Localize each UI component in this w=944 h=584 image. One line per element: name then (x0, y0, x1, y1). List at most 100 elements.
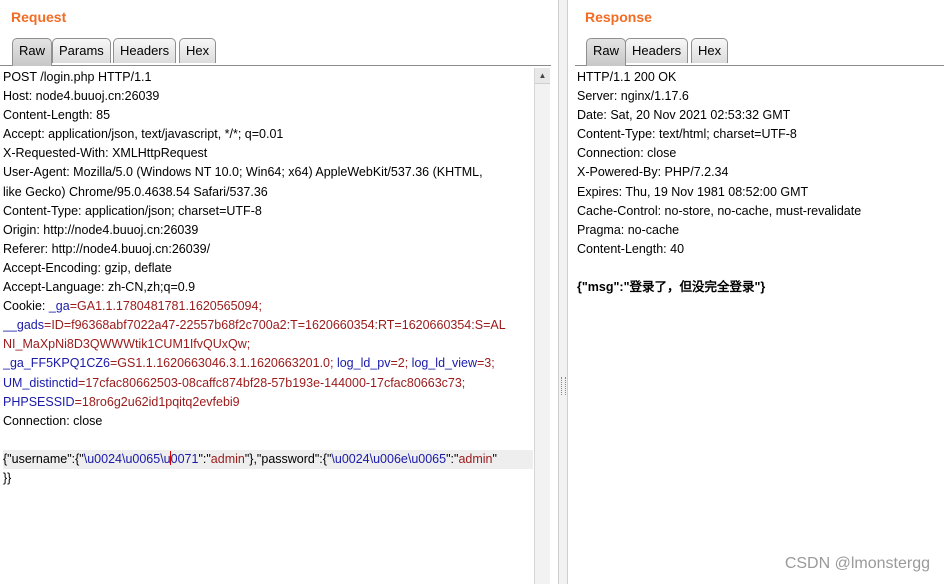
watermark: CSDN @lmonstergg (784, 555, 930, 572)
text-segment: Pragma: no-cache (577, 222, 680, 237)
text-segment: Referer: http://node4.buuoj.cn:26039/ (3, 241, 211, 256)
text-segment: Cache-Control: no-store, no-cache, must-… (577, 203, 862, 218)
text-line: Date: Sat, 20 Nov 2021 02:53:32 GMT (577, 106, 944, 125)
text-line: _ga_FF5KPQ1CZ6=GS1.1.1620663046.3.1.1620… (3, 354, 533, 373)
text-segment: Origin: http://node4.buuoj.cn:26039 (3, 222, 199, 237)
up-arrow-icon[interactable]: ▲ (535, 68, 550, 84)
tab-raw[interactable]: Raw (12, 38, 53, 66)
text-segment: log_ld_pv (336, 356, 391, 371)
text-segment: Connection: close (577, 146, 677, 161)
response-title: Response (585, 9, 652, 25)
text-segment: Host: node4.buuoj.cn:26039 (3, 89, 160, 104)
text-segment: Expires: Thu, 19 Nov 1981 08:52:00 GMT (577, 184, 809, 199)
text-segment: X-Powered-By: PHP/7.2.34 (577, 165, 729, 180)
text-segment: ":" (198, 451, 211, 466)
text-segment: =GA1.1.1780481781.1620565094; (69, 299, 262, 314)
text-segment: Accept-Encoding: gzip, deflate (3, 260, 172, 275)
tab-underline (575, 65, 944, 66)
text-line: Content-Type: text/html; charset=UTF-8 (577, 125, 944, 144)
text-line: Referer: http://node4.buuoj.cn:26039/ (3, 240, 533, 259)
text-line: Accept: application/json, text/javascrip… (3, 125, 533, 144)
text-line: NI_MaXpNi8D3QWWWtik1CUM1IfvQUxQw; (3, 335, 533, 354)
tab-hex[interactable]: Hex (691, 38, 729, 63)
tab-headers[interactable]: Headers (113, 38, 177, 63)
text-line: Connection: close (3, 412, 533, 431)
text-segment: PHPSESSID (3, 394, 75, 409)
text-line: POST /login.php HTTP/1.1 (3, 68, 533, 87)
text-segment: Accept-Language: zh-CN,zh;q=0.9 (3, 280, 196, 295)
text-line: UM_distinctid=17cfac80662503-08caffc874b… (3, 374, 533, 393)
text-line: Server: nginx/1.17.6 (577, 87, 944, 106)
text-line: X-Powered-By: PHP/7.2.34 (577, 163, 944, 182)
text-segment: Content-Type: application/json; charset=… (3, 203, 262, 218)
text-line (577, 259, 944, 278)
text-line: Accept-Encoding: gzip, deflate (3, 259, 533, 278)
text-segment: =17cfac80662503-08caffc874bf28-57b193e-1… (78, 375, 466, 390)
text-line: Host: node4.buuoj.cn:26039 (3, 87, 533, 106)
request-tab-bar: Raw Params Headers Hex (0, 38, 551, 66)
text-line (3, 431, 533, 450)
tab-params[interactable]: Params (52, 38, 111, 63)
text-segment: =ID=f96368abf7022a47-22557b68f2c700a2:T=… (44, 318, 506, 333)
request-pane: Request Raw Params Headers Hex POST /log… (0, 0, 551, 584)
text-line: }} (3, 469, 533, 488)
response-tab-bar: Raw Headers Hex (575, 38, 944, 66)
text-segment: __gads (3, 318, 45, 333)
text-segment: Content-Type: text/html; charset=UTF-8 (577, 127, 797, 142)
text-line: Expires: Thu, 19 Nov 1981 08:52:00 GMT (577, 183, 944, 202)
text-segment: =18ro6g2u62id1pqitq2evfebi9 (74, 394, 240, 409)
text-segment: Date: Sat, 20 Nov 2021 02:53:32 GMT (577, 108, 791, 123)
text-segment: =GS1.1.1620663046.3.1.1620663201.0; (110, 356, 337, 371)
request-title: Request (11, 9, 67, 25)
tab-hex[interactable]: Hex (179, 38, 217, 63)
tab-underline (0, 65, 551, 66)
divider-grip-icon[interactable] (561, 377, 566, 395)
text-segment: X-Requested-With: XMLHttpRequest (3, 146, 208, 161)
text-segment: \u0024\u0065\u (83, 451, 171, 466)
tab-headers[interactable]: Headers (625, 38, 689, 63)
text-line: {"username":{"\u0024\u0065\u0071":"admin… (3, 449, 533, 469)
text-segment: {"msg":"登录了，但没完全登录"} (577, 280, 766, 295)
tab-raw[interactable]: Raw (586, 38, 627, 66)
text-segment: UM_distinctid (3, 375, 79, 390)
text-line: Accept-Language: zh-CN,zh;q=0.9 (3, 278, 533, 297)
text-line: Connection: close (577, 144, 944, 163)
text-segment: " (492, 451, 497, 466)
text-segment: =2; (390, 356, 412, 371)
text-segment: Accept: application/json, text/javascrip… (3, 127, 284, 142)
text-segment: Content-Length: 40 (577, 241, 685, 256)
text-segment: NI_MaXpNi8D3QWWWtik1CUM1IfvQUxQw; (3, 337, 251, 352)
text-line: Content-Type: application/json; charset=… (3, 202, 533, 221)
text-line: __gads=ID=f96368abf7022a47-22557b68f2c70… (3, 316, 533, 335)
text-line: HTTP/1.1 200 OK (577, 68, 944, 87)
request-editor[interactable]: POST /login.php HTTP/1.1 Host: node4.buuo… (0, 68, 533, 584)
text-segment: log_ld_view (411, 356, 477, 371)
text-segment: admin (210, 451, 245, 466)
text-segment: 0071 (170, 451, 199, 466)
text-line: Cookie: _ga=GA1.1.1780481781.1620565094; (3, 297, 533, 316)
text-segment: Content-Length: 85 (3, 108, 111, 123)
text-segment: HTTP/1.1 200 OK (577, 70, 677, 84)
text-line: {"msg":"登录了，但没完全登录"} (577, 278, 944, 297)
text-line: Cache-Control: no-store, no-cache, must-… (577, 202, 944, 221)
response-editor[interactable]: HTTP/1.1 200 OK Server: nginx/1.17.6 Date:… (575, 68, 944, 584)
text-segment: Cookie: (3, 299, 49, 314)
text-line: Origin: http://node4.buuoj.cn:26039 (3, 221, 533, 240)
text-segment: \u0024\u006e\u0065 (331, 451, 447, 466)
request-scrollbar[interactable]: ▲ (534, 68, 550, 584)
text-line: X-Requested-With: XMLHttpRequest (3, 144, 533, 163)
response-pane: Response Raw Headers Hex HTTP/1.1 200 OK… (575, 0, 944, 584)
text-line: like Gecko) Chrome/95.0.4638.54 Safari/5… (3, 183, 533, 202)
text-segment: ":" (446, 451, 459, 466)
text-segment: _ga_FF5KPQ1CZ6 (3, 356, 110, 371)
pane-divider[interactable] (558, 0, 568, 584)
text-segment: {"username":{" (3, 451, 84, 466)
text-segment: Connection: close (3, 413, 103, 428)
text-line: Content-Length: 85 (3, 106, 533, 125)
text-segment: POST /login.php HTTP/1.1 (3, 70, 152, 84)
text-line: Content-Length: 40 (577, 240, 944, 259)
text-line: PHPSESSID=18ro6g2u62id1pqitq2evfebi9 (3, 393, 533, 412)
text-segment: Server: nginx/1.17.6 (577, 89, 689, 104)
text-segment: User-Agent: Mozilla/5.0 (Windows NT 10.0… (3, 165, 483, 180)
text-segment: =3; (477, 356, 495, 371)
